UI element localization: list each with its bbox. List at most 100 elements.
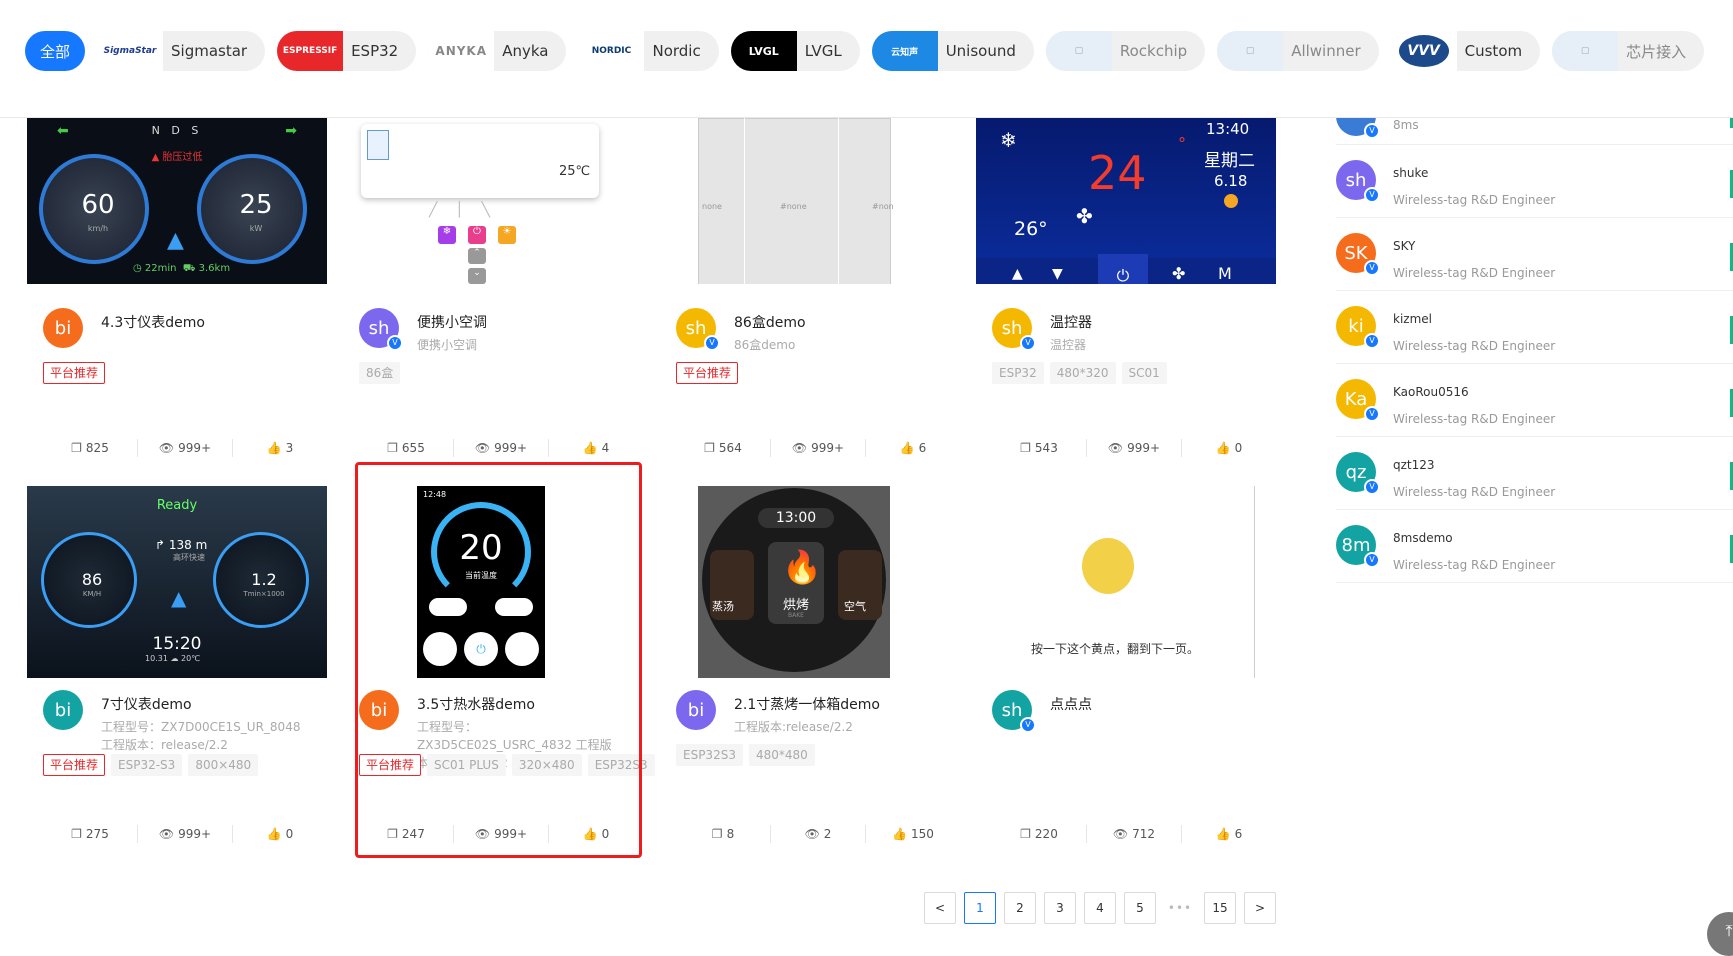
filter-chip-allwinner[interactable]: ▢ Allwinner bbox=[1217, 31, 1379, 71]
thumb-up-icon: 👍 bbox=[899, 441, 915, 455]
platform-logo: SigmaStar bbox=[97, 31, 163, 71]
demo-card[interactable]: N D S ⬅ ➡ ▲ 胎压过低 60 km/h 25 kW ▲ ◷ 22min… bbox=[27, 118, 327, 473]
author-avatar[interactable]: bi bbox=[43, 308, 83, 348]
back-to-top-button[interactable]: ⤒ bbox=[1707, 912, 1733, 956]
user-avatar[interactable]: SK V bbox=[1336, 233, 1380, 276]
filter-chip-esp32[interactable]: ESPRESSIF ESP32 bbox=[277, 31, 417, 71]
filter-chip-label: Unisound bbox=[945, 42, 1016, 60]
demo-title[interactable]: 温控器 bbox=[1050, 312, 1092, 332]
filter-chip-unisound[interactable]: 云知声 Unisound bbox=[871, 31, 1034, 71]
user-list-item[interactable]: 8m V 8msdemo Wireless-tag R&D Engineer bbox=[1336, 510, 1733, 583]
tag-list: ESP32S3 480*480 bbox=[676, 744, 815, 766]
user-name[interactable]: qzt123 bbox=[1393, 458, 1435, 472]
author-avatar[interactable]: sh V bbox=[992, 308, 1036, 351]
page-button-4[interactable]: 4 bbox=[1084, 892, 1116, 924]
user-name[interactable]: 8msdemo bbox=[1393, 531, 1453, 545]
copy-count[interactable]: ❐ 8 bbox=[676, 825, 771, 843]
copy-count[interactable]: ❐ 655 bbox=[359, 439, 454, 457]
copy-count[interactable]: ❐ 220 bbox=[992, 825, 1087, 843]
user-list-item[interactable]: ki V kizmel Wireless-tag R&D Engineer bbox=[1336, 291, 1733, 364]
platform-chip-list: 全部 SigmaStar Sigmastar ESPRESSIF ESP32 ANYKA A… bbox=[25, 31, 1705, 71]
author-avatar[interactable]: bi bbox=[43, 690, 83, 730]
thumb-up-icon: 👍 bbox=[1215, 827, 1231, 841]
user-name[interactable]: shuke bbox=[1393, 166, 1428, 180]
demo-title[interactable]: 7寸仪表demo bbox=[101, 694, 192, 714]
author-avatar[interactable]: bi bbox=[676, 690, 716, 730]
filter-chip-custom[interactable]: VVV Custom bbox=[1390, 31, 1541, 71]
page-button-3[interactable]: 3 bbox=[1044, 892, 1076, 924]
user-list-item[interactable]: Ka V KaoRou0516 Wireless-tag R&D Engineer bbox=[1336, 364, 1733, 437]
user-avatar[interactable]: ki V bbox=[1336, 306, 1380, 349]
user-name[interactable]: KaoRou0516 bbox=[1393, 385, 1469, 399]
copy-count[interactable]: ❐ 543 bbox=[992, 439, 1087, 457]
card-stats: ❐ 564 👁 999+ 👍 6 bbox=[676, 439, 960, 457]
demo-thumbnail[interactable]: ❄ 13:40 24 ° 星期二 6.18 26° ✤ ▲ ▼ ⏻ ✤ M bbox=[976, 118, 1276, 284]
copy-count[interactable]: ❐ 564 bbox=[676, 439, 771, 457]
demo-thumbnail[interactable]: 13:00 🔥 烘烤 BAKE 蒸汤 空气 bbox=[660, 486, 960, 678]
like-count[interactable]: 👍 6 bbox=[866, 439, 960, 457]
filter-chip-label: Nordic bbox=[652, 42, 701, 60]
demo-card[interactable]: ❄ 13:40 24 ° 星期二 6.18 26° ✤ ▲ ▼ ⏻ ✤ M sh V… bbox=[976, 118, 1276, 473]
image-placeholder-icon: ▢ bbox=[1245, 46, 1255, 56]
verified-badge-icon: V bbox=[1364, 479, 1380, 495]
pagination-ellipsis[interactable]: ••• bbox=[1164, 892, 1196, 924]
demo-title[interactable]: 便携小空调 bbox=[417, 312, 487, 332]
like-count[interactable]: 👍 6 bbox=[1182, 825, 1276, 843]
demo-card[interactable]: 13:00 🔥 烘烤 BAKE 蒸汤 空气 bi 2.1寸蒸烤一体箱demo 工程版本… bbox=[660, 486, 960, 843]
copy-count[interactable]: ❐ 275 bbox=[43, 825, 138, 843]
user-avatar[interactable]: Ka V bbox=[1336, 379, 1380, 422]
demo-thumbnail[interactable]: N D S ⬅ ➡ ▲ 胎压过低 60 km/h 25 kW ▲ ◷ 22min… bbox=[27, 118, 327, 284]
demo-thumbnail[interactable]: 按一下这个黄点，翻到下一页。 bbox=[976, 486, 1276, 678]
user-list-item[interactable]: SK V SKY Wireless-tag R&D Engineer bbox=[1336, 218, 1733, 291]
demo-thumbnail[interactable]: 25℃ ╱ │ ╲ ❄ ⏻ ☀ ⌃ ⌄ bbox=[343, 118, 643, 284]
demo-title[interactable]: 4.3寸仪表demo bbox=[101, 312, 205, 332]
page-button-1[interactable]: 1 bbox=[964, 892, 996, 924]
author-avatar[interactable]: sh V bbox=[992, 690, 1036, 733]
next-page-button[interactable]: > bbox=[1244, 892, 1276, 924]
demo-card[interactable]: Ready 86 KM/H 1.2 Tmin×1000 ↱ 138 m 高环快速… bbox=[27, 486, 327, 843]
user-name[interactable]: SKY bbox=[1393, 239, 1415, 253]
platform-logo: LVGL bbox=[730, 31, 797, 71]
like-count[interactable]: 👍 150 bbox=[866, 825, 960, 843]
filter-chip-anyka[interactable]: ANYKA Anyka bbox=[428, 31, 567, 71]
author-avatar[interactable]: sh V bbox=[359, 308, 403, 351]
page-button-2[interactable]: 2 bbox=[1004, 892, 1036, 924]
demo-title[interactable]: 86盒demo bbox=[734, 312, 806, 332]
filter-chip-sigmastar[interactable]: SigmaStar Sigmastar bbox=[97, 31, 266, 71]
user-list-item[interactable]: V 8ms bbox=[1336, 96, 1733, 145]
demo-title[interactable]: 2.1寸蒸烤一体箱demo bbox=[734, 694, 880, 714]
like-count[interactable]: 👍 0 bbox=[233, 825, 327, 843]
demo-title[interactable]: 点点点 bbox=[1050, 694, 1092, 714]
filter-chip-all[interactable]: 全部 bbox=[25, 31, 85, 71]
like-count[interactable]: 👍 4 bbox=[549, 439, 643, 457]
page-button-last[interactable]: 15 bbox=[1204, 892, 1236, 924]
copy-icon: ❐ bbox=[71, 827, 82, 841]
user-avatar[interactable]: sh V bbox=[1336, 160, 1380, 203]
like-count[interactable]: 👍 3 bbox=[233, 439, 327, 457]
demo-thumbnail[interactable]: Ready 86 KM/H 1.2 Tmin×1000 ↱ 138 m 高环快速… bbox=[27, 486, 327, 678]
like-count[interactable]: 👍 0 bbox=[1182, 439, 1276, 457]
filter-chip-芯片接入[interactable]: ▢ 芯片接入 bbox=[1552, 31, 1705, 71]
filter-chip-label: Sigmastar bbox=[171, 42, 248, 60]
user-name[interactable]: kizmel bbox=[1393, 312, 1432, 326]
user-list-item[interactable]: qz V qzt123 Wireless-tag R&D Engineer bbox=[1336, 437, 1733, 510]
view-count: 👁 2 bbox=[771, 825, 866, 843]
user-list-item[interactable]: sh V shuke Wireless-tag R&D Engineer bbox=[1336, 145, 1733, 218]
copy-icon: ❐ bbox=[1020, 441, 1031, 455]
demo-description: 86盒demo bbox=[734, 338, 796, 352]
page-button-5[interactable]: 5 bbox=[1124, 892, 1156, 924]
prev-page-button[interactable]: < bbox=[924, 892, 956, 924]
demo-card[interactable]: 按一下这个黄点，翻到下一页。 sh V 点点点 ❐ 220 👁 712 👍 6 bbox=[976, 486, 1276, 843]
filter-chip-rockchip[interactable]: ▢ Rockchip bbox=[1045, 31, 1206, 71]
user-avatar[interactable]: qz V bbox=[1336, 452, 1380, 495]
snowflake-icon: ❄ bbox=[1000, 128, 1017, 152]
demo-card[interactable]: none #none #non sh V 86盒demo 86盒demo 平台推荐 ❐ 564… bbox=[660, 118, 960, 473]
filter-chip-nordic[interactable]: NORDIC Nordic bbox=[578, 31, 719, 71]
demo-card[interactable]: 25℃ ╱ │ ╲ ❄ ⏻ ☀ ⌃ ⌄ sh V 便携小空调 便携小空调 86盒 ❐ 655 👁… bbox=[343, 118, 643, 473]
demo-thumbnail[interactable]: none #none #non bbox=[660, 118, 960, 284]
author-avatar[interactable]: sh V bbox=[676, 308, 720, 351]
filter-chip-lvgl[interactable]: LVGL LVGL bbox=[730, 31, 860, 71]
copy-count[interactable]: ❐ 825 bbox=[43, 439, 138, 457]
user-avatar[interactable]: 8m V bbox=[1336, 525, 1380, 568]
verified-badge-icon: V bbox=[1364, 406, 1380, 422]
